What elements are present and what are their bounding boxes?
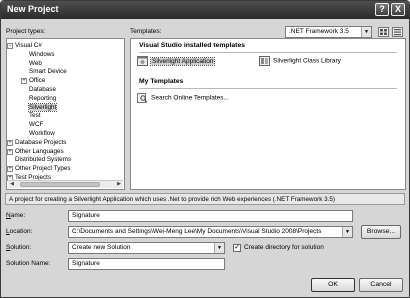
location-label: Location: <box>6 228 33 235</box>
title-bar: New Project ? X <box>1 1 409 19</box>
template-label: Silverlight Class Library <box>273 57 341 65</box>
templates-label: Templates: <box>130 28 162 35</box>
list-view-icon <box>394 29 401 36</box>
tree-item-workflow[interactable]: Workflow <box>29 130 55 137</box>
framework-value: .NET Framework 3.5 <box>289 28 349 35</box>
tree-item-reporting[interactable]: Reporting <box>29 95 56 102</box>
scroll-thumb[interactable] <box>20 182 100 187</box>
close-button[interactable]: X <box>391 3 405 16</box>
my-templates-heading: My Templates <box>139 78 184 85</box>
tree-item-database-projects[interactable]: Database Projects <box>15 139 66 146</box>
section-divider <box>139 52 397 53</box>
tree-item-database[interactable]: Database <box>29 86 56 93</box>
tree-item-other-project-types[interactable]: Other Project Types <box>15 165 71 172</box>
solution-name-input[interactable]: Signature <box>68 258 225 270</box>
create-directory-checkbox[interactable]: ✓ <box>233 244 241 252</box>
tree-item-wcf[interactable]: WCF <box>29 121 43 128</box>
template-silverlight-class-library[interactable]: Silverlight Class Library <box>259 56 341 66</box>
large-icons-icon <box>380 29 387 35</box>
location-value: C:\Documents and Settings\Wei-Meng Lee\M… <box>72 228 322 235</box>
collapse-icon[interactable]: − <box>7 43 13 49</box>
help-button[interactable]: ? <box>375 3 389 16</box>
create-directory-label: Create directory for solution <box>244 244 324 251</box>
scroll-right-icon[interactable]: ▶ <box>115 181 123 188</box>
tree-item-other-languages[interactable]: Other Languages <box>15 148 64 155</box>
silverlight-library-icon <box>259 56 270 66</box>
solution-name-label: Solution Name: <box>6 260 51 267</box>
project-types-label: Project types: <box>6 28 46 35</box>
solution-select[interactable]: Create new Solution ▼ <box>68 242 225 254</box>
checkmark-icon: ✓ <box>234 244 240 251</box>
scroll-left-icon[interactable]: ◀ <box>8 181 16 188</box>
template-label: Search Online Templates... <box>151 94 229 102</box>
template-silverlight-application[interactable]: Silverlight Application <box>137 56 216 66</box>
tree-horizontal-scrollbar[interactable]: ◀ ▶ <box>8 180 123 188</box>
templates-panel[interactable]: Visual Studio installed templates Silver… <box>130 38 406 190</box>
large-icons-view-button[interactable] <box>378 27 389 37</box>
new-project-dialog: New Project ? X Project types: − Visual C… <box>0 0 410 298</box>
tree-item-web[interactable]: Web <box>29 60 42 67</box>
project-types-tree[interactable]: − Visual C# Windows Web Smart Device + Office D… <box>6 38 125 190</box>
tree-item-office[interactable]: Office <box>29 77 45 84</box>
tree-item-windows[interactable]: Windows <box>29 51 55 58</box>
name-input[interactable]: Signature <box>68 210 353 222</box>
solution-value: Create new Solution <box>72 244 131 251</box>
section-divider <box>139 88 397 89</box>
dialog-title: New Project <box>7 4 59 14</box>
expand-icon[interactable]: + <box>7 148 13 155</box>
tree-item-smart-device[interactable]: Smart Device <box>29 68 67 75</box>
name-label: Name: <box>6 212 26 219</box>
solution-label: Solution: <box>6 244 32 251</box>
tree-item-test[interactable]: Test <box>29 112 41 119</box>
silverlight-app-icon <box>137 56 148 66</box>
template-description: A project for creating a Silverlight App… <box>5 193 405 205</box>
chevron-down-icon: ▼ <box>214 243 224 253</box>
expand-icon[interactable]: + <box>21 78 27 85</box>
tree-item-distributed-systems[interactable]: Distributed Systems <box>15 156 71 163</box>
browse-button[interactable]: Browse... <box>361 225 401 239</box>
location-combo[interactable]: C:\Documents and Settings\Wei-Meng Lee\M… <box>68 226 353 238</box>
chevron-down-icon: ▼ <box>342 227 352 237</box>
installed-templates-heading: Visual Studio installed templates <box>139 42 246 49</box>
template-label: Silverlight Application <box>149 56 216 66</box>
search-online-icon <box>137 93 148 103</box>
expand-icon[interactable]: + <box>7 166 13 173</box>
tree-item-visual-c-[interactable]: Visual C# <box>15 42 42 49</box>
framework-select[interactable]: .NET Framework 3.5 ▼ <box>285 26 372 38</box>
tree-item-silverlight[interactable]: Silverlight <box>27 102 58 112</box>
chevron-down-icon: ▼ <box>361 27 371 37</box>
expand-icon[interactable]: + <box>7 139 13 146</box>
ok-button[interactable]: OK <box>311 278 355 292</box>
cancel-button[interactable]: Cancel <box>359 278 403 292</box>
small-icons-view-button[interactable] <box>392 27 403 37</box>
template-search-online[interactable]: Search Online Templates... <box>137 93 229 103</box>
